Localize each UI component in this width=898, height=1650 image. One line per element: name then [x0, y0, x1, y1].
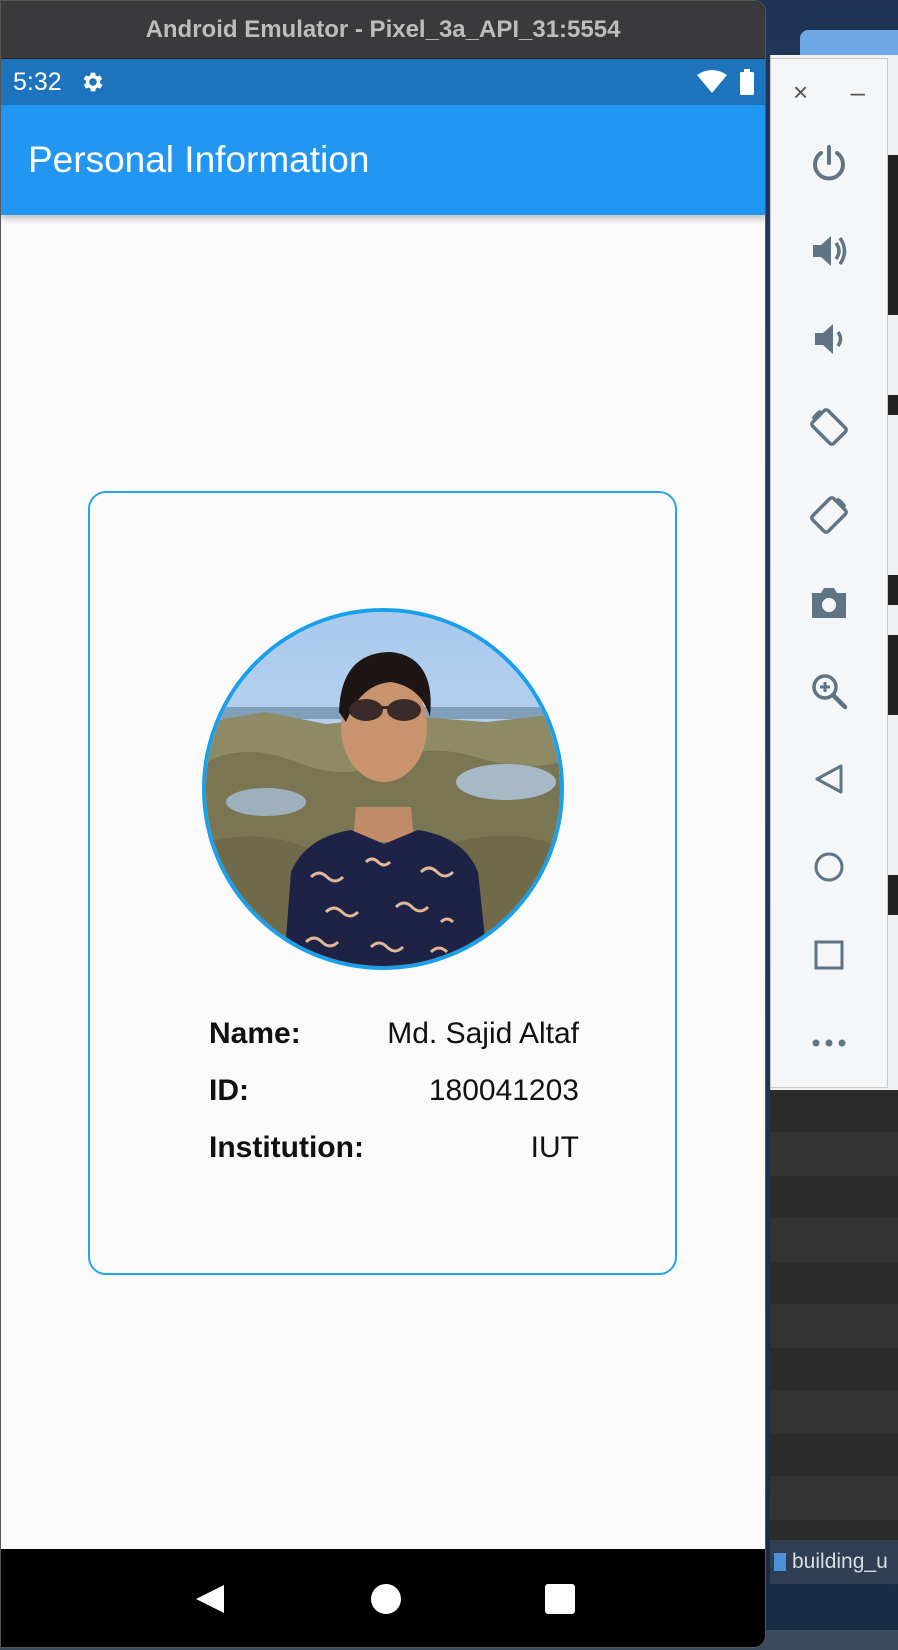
- more-icon: [811, 1037, 847, 1049]
- institution-label: Institution:: [209, 1130, 364, 1164]
- window-title: Android Emulator - Pixel_3a_API_31:5554: [145, 15, 621, 43]
- info-row-name: Name: Md. Sajid Altaf: [209, 1005, 579, 1062]
- power-icon: [809, 143, 849, 183]
- nav-back-button[interactable]: [192, 1581, 228, 1617]
- wifi-icon: [697, 70, 727, 94]
- emulator-window: Android Emulator - Pixel_3a_API_31:5554 …: [0, 0, 766, 1648]
- home-icon: [811, 849, 847, 885]
- emulator-control-panel: × –: [770, 58, 888, 1088]
- volume-up-icon: [809, 231, 849, 271]
- window-titlebar[interactable]: Android Emulator - Pixel_3a_API_31:5554: [1, 1, 765, 59]
- status-bar: 5:32: [1, 59, 765, 105]
- rotate-left-icon: [807, 405, 851, 449]
- more-button[interactable]: [771, 999, 887, 1087]
- rotate-right-button[interactable]: [771, 471, 887, 559]
- panel-minimize-button[interactable]: –: [851, 77, 865, 119]
- camera-icon: [808, 583, 850, 623]
- home-button[interactable]: [771, 823, 887, 911]
- status-time: 5:32: [13, 67, 62, 96]
- id-value: 180041203: [428, 1073, 579, 1107]
- back-button[interactable]: [771, 735, 887, 823]
- zoom-button[interactable]: [771, 647, 887, 735]
- overview-button[interactable]: [771, 911, 887, 999]
- app-bar: Personal Information: [1, 105, 765, 215]
- battery-icon: [739, 69, 755, 95]
- volume-down-icon: [809, 319, 849, 359]
- settings-gear-icon: [80, 69, 106, 95]
- power-button[interactable]: [771, 119, 887, 207]
- phone-screen: 5:32 Personal Information Name: Md. Saji…: [1, 59, 765, 1647]
- back-icon: [811, 761, 847, 797]
- rotate-right-icon: [807, 493, 851, 537]
- info-row-institution: Institution: IUT: [209, 1119, 579, 1176]
- volume-down-button[interactable]: [771, 295, 887, 383]
- zoom-icon: [809, 671, 849, 711]
- info-row-id: ID: 180041203: [209, 1062, 579, 1119]
- profile-avatar: [202, 608, 564, 970]
- nav-overview-button[interactable]: [544, 1583, 576, 1615]
- profile-info: Name: Md. Sajid Altaf ID: 180041203 Inst…: [209, 1005, 579, 1176]
- background-file-label: building_u: [792, 1550, 888, 1573]
- navigation-bar: [1, 1549, 765, 1647]
- screenshot-button[interactable]: [771, 559, 887, 647]
- nav-home-button[interactable]: [370, 1583, 402, 1615]
- background-file-item[interactable]: building_u: [770, 1540, 898, 1584]
- panel-close-button[interactable]: ×: [793, 77, 808, 119]
- id-label: ID:: [209, 1073, 249, 1107]
- profile-card: Name: Md. Sajid Altaf ID: 180041203 Inst…: [88, 491, 677, 1275]
- name-value: Md. Sajid Altaf: [387, 1016, 579, 1050]
- overview-icon: [812, 938, 846, 972]
- rotate-left-button[interactable]: [771, 383, 887, 471]
- file-icon: [774, 1553, 786, 1571]
- name-label: Name:: [209, 1016, 301, 1050]
- background-list: [770, 1090, 898, 1570]
- institution-value: IUT: [530, 1130, 579, 1164]
- volume-up-button[interactable]: [771, 207, 887, 295]
- page-title: Personal Information: [28, 139, 370, 180]
